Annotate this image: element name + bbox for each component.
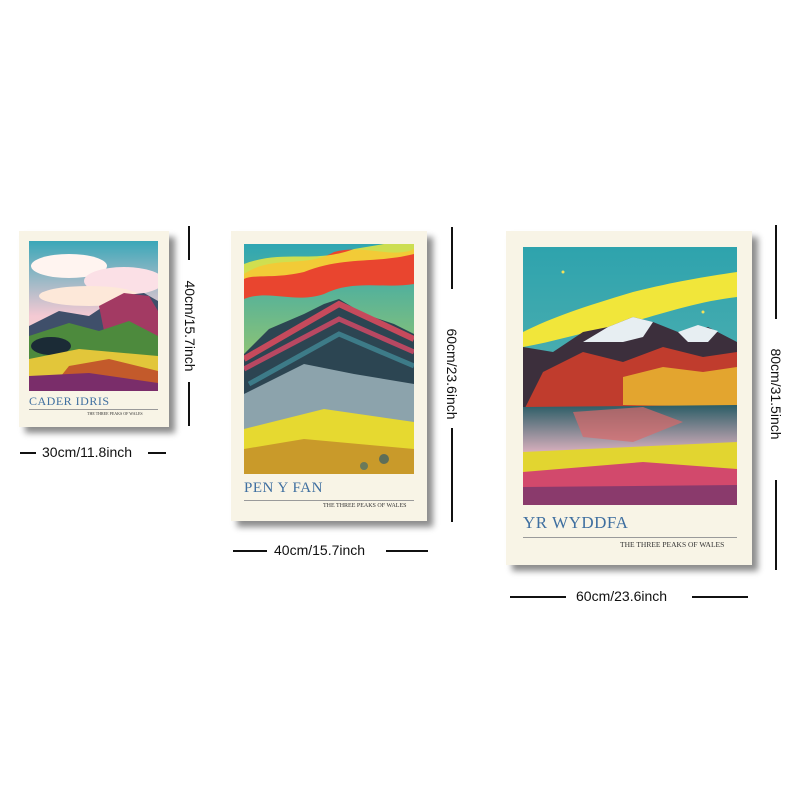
yr-wyddfa-divider (523, 537, 737, 538)
poster-pen-y-fan: PEN Y FAN THE THREE PEAKS OF WALES (231, 231, 427, 521)
yr-wyddfa-width-right-line (692, 596, 748, 598)
yr-wyddfa-height-top-line (775, 225, 777, 319)
cader-idris-divider (29, 409, 158, 410)
pen-y-fan-height-top-line (451, 227, 453, 289)
cader-idris-height-label: 40cm/15.7inch (182, 280, 198, 372)
poster-cader-idris: CADER IDRIS THE THREE PEAKS OF WALES (19, 231, 169, 427)
pen-y-fan-title: PEN Y FAN (244, 480, 323, 496)
pen-y-fan-height-label: 60cm/23.6inch (444, 328, 460, 420)
yr-wyddfa-width-left-line (510, 596, 566, 598)
pen-y-fan-width-left-line (233, 550, 267, 552)
pen-y-fan-height-bottom-line (451, 428, 453, 522)
yr-wyddfa-width-label: 60cm/23.6inch (576, 588, 668, 604)
cader-idris-height-top-line (188, 226, 190, 260)
cader-idris-width-left-line (20, 452, 36, 454)
pen-y-fan-subtitle: THE THREE PEAKS OF WALES (323, 503, 407, 509)
cader-idris-width-label: 30cm/11.8inch (42, 444, 133, 460)
yr-wyddfa-subtitle: THE THREE PEAKS OF WALES (620, 540, 725, 549)
cader-idris-height-bottom-line (188, 382, 190, 426)
pen-y-fan-artwork (244, 244, 414, 474)
yr-wyddfa-height-label: 80cm/31.5inch (768, 348, 784, 440)
pen-y-fan-width-label: 40cm/15.7inch (274, 542, 366, 558)
yr-wyddfa-height-bottom-line (775, 480, 777, 570)
cader-idris-title: CADER IDRIS (29, 394, 110, 408)
pen-y-fan-divider (244, 500, 414, 501)
pen-y-fan-width-right-line (386, 550, 428, 552)
cader-idris-width-right-line (148, 452, 166, 454)
yr-wyddfa-artwork (523, 247, 737, 505)
yr-wyddfa-title: YR WYDDFA (523, 513, 629, 532)
poster-yr-wyddfa: YR WYDDFA THE THREE PEAKS OF WALES (506, 231, 752, 565)
cader-idris-subtitle: THE THREE PEAKS OF WALES (87, 411, 143, 416)
cader-idris-artwork (29, 241, 158, 391)
